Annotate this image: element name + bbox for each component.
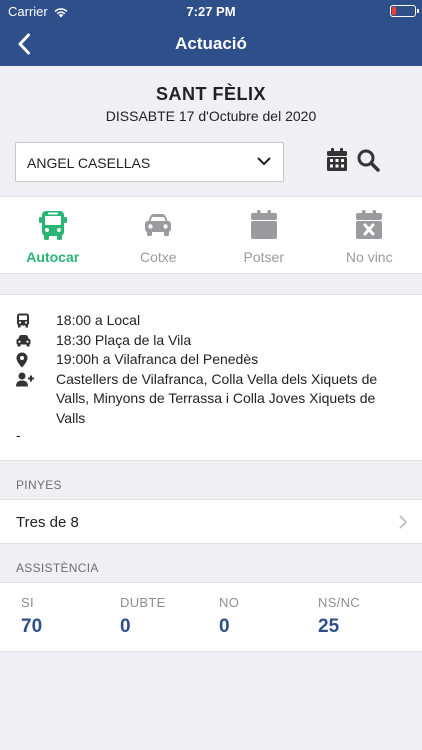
stat-label: DUBTE [120,595,166,610]
tab-label-potser: Potser [243,249,284,265]
status-time: 7:27 PM [186,4,236,19]
stat-nsnc: NS/NC 25 [318,595,360,638]
detail-bus: 18:00 a Local [16,311,402,331]
calendar-x-icon [356,210,383,239]
pinyes-item-label: Tres de 8 [16,514,79,531]
attendance-section-header: ASSISTÈNCIA [16,561,99,575]
pinyes-item[interactable]: Tres de 8 [0,499,422,544]
detail-groups-text: Castellers de Vilafranca, Colla Vella de… [56,370,378,426]
stat-value: 70 [21,616,43,637]
bus-icon [38,211,67,240]
stat-label: NO [219,595,240,610]
person-select[interactable]: ANGEL CASELLAS [15,142,284,182]
stat-value: 0 [120,616,131,637]
tab-potser[interactable]: Potser [211,197,317,273]
bus-icon [17,313,29,328]
detail-car: 18:30 Plaça de la Vila [16,331,402,351]
event-date: DISSABTE 17 d'Octubre del 2020 [105,108,317,124]
car-icon [145,214,172,236]
search-icon[interactable] [356,148,380,172]
detail-location-text: 19:00h a Vilafranca del Penedès [56,351,259,367]
calendar-icon [250,210,277,239]
stat-no: NO 0 [219,595,239,638]
tab-label-no-vinc: No vinc [345,249,393,265]
stat-label: SI [21,595,34,610]
status-bar: Carrier 7:27 PM [0,0,422,22]
detail-notes: - [16,427,21,443]
pinyes-section-header: PINYES [16,478,62,492]
detail-car-text: 18:30 Plaça de la Vila [56,331,192,348]
stat-si: SI 70 [21,595,42,638]
battery-icon [390,5,419,17]
tab-autocar[interactable]: Autocar [0,197,106,273]
top-bar: Carrier 7:27 PM Actuació [0,0,422,66]
stat-value: 0 [219,616,230,637]
person-select-value: ANGEL CASELLAS [27,155,151,171]
page-title: Actuació [175,34,247,53]
event-name: SANT FÈLIX [155,84,266,104]
calendar-icon[interactable] [326,148,348,172]
chevron-right-icon [399,515,407,529]
attendance-stats: SI 70 DUBTE 0 NO 0 NS/NC 25 [0,582,422,652]
tab-no-vinc[interactable]: No vinc [317,197,422,273]
car-icon [16,334,31,346]
event-details: 18:00 a Local 18:30 Plaça de la Vila 19:… [0,294,422,461]
tab-label-autocar: Autocar [26,249,80,265]
stat-dubte: DUBTE 0 [120,595,166,638]
detail-groups: Castellers de Vilafranca, Colla Vella de… [16,370,402,429]
stat-label: NS/NC [318,595,360,610]
map-marker-icon [16,352,28,367]
user-plus-icon [16,372,34,386]
transport-tabs: Autocar Cotxe Potser No vinc [0,196,422,274]
detail-bus-text: 18:00 a Local [56,312,141,328]
tab-label-cotxe: Cotxe [139,249,177,265]
nav-bar: Actuació [0,22,422,66]
event-header: SANT FÈLIX DISSABTE 17 d'Octubre del 202… [0,66,422,196]
chevron-down-icon [257,157,271,165]
detail-location: 19:00h a Vilafranca del Penedès [16,350,402,370]
stat-value: 25 [318,616,340,637]
tab-cotxe[interactable]: Cotxe [106,197,212,273]
